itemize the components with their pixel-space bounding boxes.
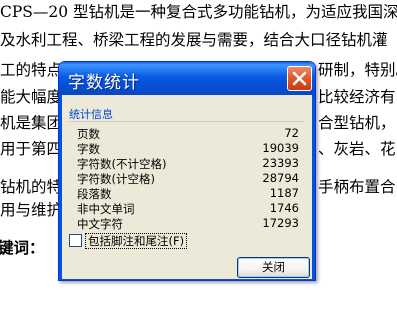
- stat-row-paragraphs: 段落数 1187: [59, 186, 315, 201]
- stat-row-chars-no-spaces: 字符数(不计空格) 23393: [59, 156, 315, 171]
- doc-fragment-4: 、灰岩、花: [318, 140, 396, 158]
- close-button[interactable]: 关闭: [237, 257, 310, 278]
- doc-line-7: 钻机的特: [0, 178, 63, 196]
- group-divider: [69, 121, 305, 122]
- stat-row-words: 字数 19039: [59, 141, 315, 156]
- include-footnotes-label[interactable]: 包括脚注和尾注(F): [85, 233, 188, 249]
- stat-label: 中文字符: [77, 217, 123, 231]
- dialog-title: 字数统计: [68, 73, 140, 93]
- word-count-dialog: 字数统计 统计信息 页数 72 字数 19039 字符数(不计空格) 23393…: [58, 61, 316, 281]
- stat-value: 19039: [262, 141, 299, 155]
- doc-line-6: 用于第四: [0, 140, 63, 158]
- stat-value: 17293: [262, 216, 299, 230]
- doc-fragment-3: 合型钻机，: [318, 114, 396, 132]
- doc-line-5: 机是集团: [0, 114, 63, 132]
- doc-line-2: 及水利工程、桥梁工程的发展与需要，结合大口径钻机灌: [0, 31, 388, 49]
- stat-value: 28794: [262, 171, 299, 185]
- doc-line-4: 能大幅度: [0, 88, 63, 106]
- keyword-label: 键词：: [0, 238, 45, 257]
- doc-fragment-2: 比较经济有: [318, 88, 396, 106]
- doc-line-3: 工的特点: [0, 61, 63, 79]
- dialog-titlebar[interactable]: 字数统计: [59, 62, 315, 95]
- stat-label: 页数: [77, 127, 100, 141]
- stat-label: 字数: [77, 142, 100, 156]
- stat-label: 字符数(不计空格): [77, 157, 167, 171]
- doc-line-1: CPS—20 型钻机是一种复合式多功能钻机，为适应我国深: [0, 3, 397, 21]
- stat-value: 72: [284, 126, 299, 140]
- doc-fragment-5: 手柄布置合: [318, 178, 396, 196]
- stat-value: 1746: [269, 201, 299, 215]
- stat-row-chars-with-spaces: 字符数(计空格) 28794: [59, 171, 315, 186]
- doc-line-8: 用与维护: [0, 201, 63, 219]
- stat-value: 23393: [262, 156, 299, 170]
- stat-row-pages: 页数 72: [59, 126, 315, 141]
- group-title: 统计信息: [69, 108, 113, 121]
- stat-row-chinese-chars: 中文字符 17293: [59, 216, 315, 231]
- close-x-icon: [292, 71, 307, 86]
- include-footnotes-checkbox[interactable]: [69, 234, 82, 247]
- titlebar-close-button[interactable]: [287, 66, 312, 91]
- stat-label: 非中文单词: [77, 202, 135, 216]
- stat-row-non-chinese-words: 非中文单词 1746: [59, 201, 315, 216]
- stat-label: 字符数(计空格): [77, 172, 155, 186]
- stat-value: 1187: [269, 186, 299, 200]
- stat-label: 段落数: [77, 187, 112, 201]
- doc-fragment-1: 研制，特别。: [318, 61, 397, 79]
